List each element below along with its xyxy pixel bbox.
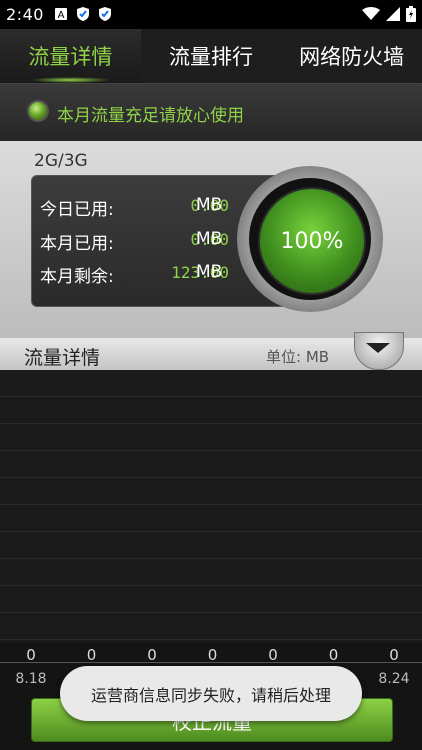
chart-x-tick-label: 8.24: [378, 671, 410, 687]
usage-label: 本月已用:: [40, 234, 114, 254]
unit-label: 单位: MB: [266, 348, 330, 366]
usage-unit: MB: [196, 262, 223, 282]
remaining-gauge: 100%: [237, 166, 383, 312]
svg-text:A: A: [58, 10, 65, 21]
usage-unit: MB: [196, 195, 223, 215]
status-system-icons: [362, 6, 416, 22]
usage-unit: MB: [196, 229, 223, 249]
gauge-percent: 100%: [258, 187, 366, 295]
status-notification-icons: A: [54, 6, 112, 22]
network-type-label: 2G/3G: [34, 151, 88, 171]
usage-row-month-used: 本月已用: 0.00 MB: [40, 229, 229, 254]
usage-row-month-remaining: 本月剩余: 123.00 MB: [40, 262, 229, 287]
tab-traffic-details[interactable]: 流量详情: [0, 29, 141, 83]
chart-x-tick-label: 8.18: [15, 671, 47, 687]
tab-firewall[interactable]: 网络防火墙: [281, 29, 422, 83]
status-time: 2:40: [6, 5, 44, 24]
wifi-icon: [362, 7, 380, 20]
chart-grid: [0, 370, 422, 642]
tab-bar: 流量详情 流量排行 网络防火墙: [0, 29, 422, 83]
notice-text: 本月流量充足请放心使用: [57, 106, 244, 126]
battery-icon: [406, 6, 416, 22]
gauge-ring: 100%: [249, 178, 371, 300]
usage-row-today: 今日已用: 0.00 MB: [40, 195, 229, 220]
chart-baseline: [0, 662, 422, 663]
status-bar: 2:40 A: [0, 0, 422, 29]
usage-label: 今日已用:: [40, 200, 114, 220]
usage-label: 本月剩余:: [40, 267, 114, 287]
shield-icon: [77, 7, 89, 21]
shield-icon: [99, 7, 111, 21]
detail-title: 流量详情: [24, 347, 101, 369]
status-led-icon: [27, 100, 49, 122]
chevron-down-icon: [366, 343, 390, 353]
signal-icon: [386, 7, 400, 21]
toast-message: 运营商信息同步失败，请稍后处理: [60, 666, 362, 721]
app-a-icon: A: [55, 8, 67, 21]
tab-traffic-ranking[interactable]: 流量排行: [141, 29, 282, 83]
